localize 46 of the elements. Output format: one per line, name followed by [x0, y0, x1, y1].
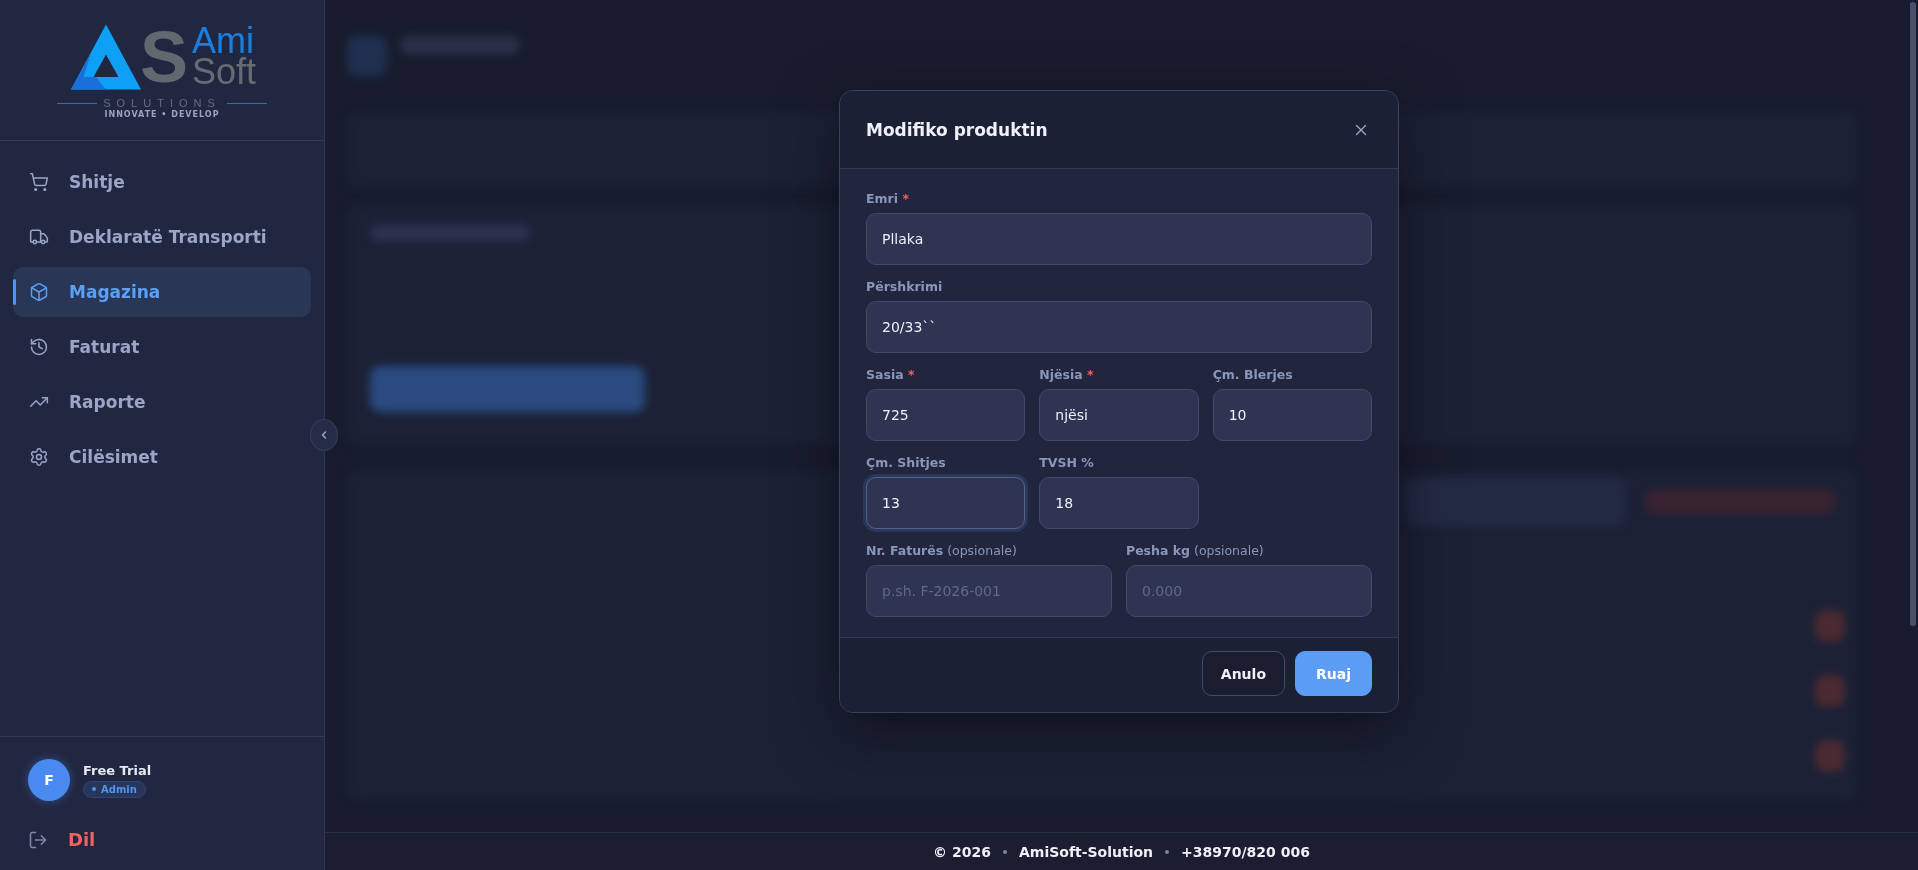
user-avatar: F: [28, 759, 70, 801]
field-label: Sasia *: [866, 367, 916, 382]
nav-item[interactable]: Shitje: [13, 157, 311, 207]
cube-icon: [29, 282, 49, 302]
nav-item[interactable]: Cilësimet: [13, 432, 311, 482]
input-field[interactable]: njësi: [1039, 389, 1199, 441]
logout-link[interactable]: Dil: [28, 829, 296, 850]
field-label: Njësia *: [1039, 367, 1095, 382]
history-icon: [29, 337, 49, 357]
footer-text: AmiSoft-Solution: [1018, 843, 1153, 860]
field-label: Çm. Blerjes: [1212, 367, 1294, 382]
footer-text: © 2026: [933, 843, 991, 860]
dialog-title: Modifiko produktin: [866, 119, 1048, 140]
field-label: Përshkrimi: [866, 279, 944, 294]
nav-item[interactable]: Faturat: [13, 322, 311, 372]
input-field[interactable]: 10: [1212, 389, 1372, 441]
role-badge: Admin: [83, 780, 146, 798]
separator-dot: [1002, 849, 1007, 854]
footer-text: +38970/820 006: [1181, 843, 1310, 860]
truck-icon: [29, 227, 49, 247]
input-field[interactable]: 20/33``: [866, 301, 1372, 353]
nav-item[interactable]: Raporte: [13, 377, 311, 427]
separator-dot: [1165, 849, 1169, 854]
input-field[interactable]: Pllaka: [866, 213, 1372, 265]
collapse-button[interactable]: [310, 419, 338, 451]
field-label: Çm. Shitjes: [866, 455, 947, 470]
field-label: Nr. Faturës (opsionale): [866, 543, 1018, 558]
field-label: Pesha kg (opsionale): [1126, 543, 1265, 558]
input-field[interactable]: 725: [866, 389, 1026, 441]
nav-item[interactable]: Deklaratë Transporti: [13, 212, 311, 262]
settings-icon: [29, 447, 49, 467]
logo-word: Soft: [192, 57, 257, 88]
field-label: Emri *: [866, 191, 910, 206]
logo-word: Ami: [192, 26, 254, 57]
nav-item[interactable]: Magazina: [13, 267, 311, 317]
scrollbar[interactable]: [1910, 2, 1916, 626]
logo-tagline: SOLUTIONS: [103, 97, 221, 109]
input-field[interactable]: 13: [866, 477, 1026, 529]
cancel-button[interactable]: Anulo: [1201, 651, 1285, 696]
logo-motto: INNOVATE • DEVELOP: [104, 110, 220, 119]
input-field[interactable]: 18: [1039, 477, 1199, 529]
logo-letter: S: [139, 21, 188, 93]
logout-icon: [28, 829, 48, 850]
user-name: Free Trial: [83, 762, 152, 778]
field-label: TVSH %: [1039, 455, 1095, 470]
cart-icon: [29, 172, 49, 192]
